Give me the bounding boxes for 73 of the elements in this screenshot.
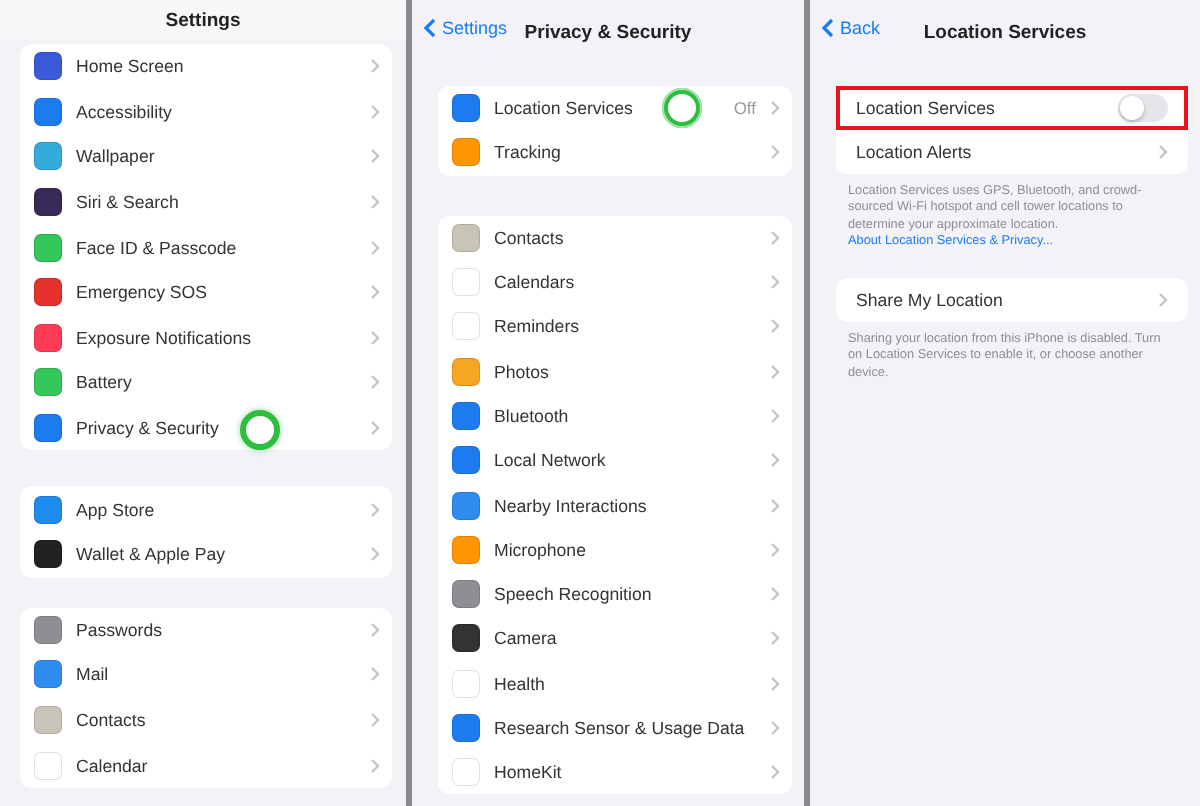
- settings-row[interactable]: Accessibility: [20, 89, 392, 135]
- chevron-icon: [770, 407, 780, 424]
- back-link[interactable]: Back: [822, 18, 881, 38]
- chevron-icon: [770, 720, 780, 736]
- settings-row[interactable]: Passwords: [20, 607, 392, 653]
- chevron-icon: [370, 58, 380, 75]
- settings-row[interactable]: Camera: [438, 616, 792, 662]
- chevron-icon: [370, 546, 380, 563]
- chevron-icon: [370, 757, 380, 774]
- screen-title: Settings: [165, 9, 241, 31]
- settings-row[interactable]: Calendars: [438, 259, 792, 305]
- chevron-icon: [770, 100, 780, 117]
- settings-row[interactable]: Research Sensor & Usage Data: [438, 705, 792, 751]
- screen-title: Location Services: [923, 21, 1087, 43]
- chevron-icon: [370, 103, 380, 120]
- settings-row[interactable]: Location Services Off: [438, 86, 792, 131]
- chevron-icon: [770, 497, 780, 514]
- chevron-icon: [770, 586, 780, 603]
- settings-row[interactable]: Wallpaper: [20, 134, 392, 180]
- settings-row[interactable]: Wallet & Apple Pay: [20, 531, 392, 578]
- chevron-icon: [370, 420, 380, 437]
- settings-row[interactable]: Home Screen: [20, 44, 392, 90]
- settings-row[interactable]: App Store: [20, 486, 392, 532]
- settings-row[interactable]: Photos: [438, 348, 792, 394]
- chevron-icon: [370, 501, 380, 518]
- settings-row[interactable]: Microphone: [438, 527, 792, 572]
- chevron-icon: [770, 363, 780, 380]
- chevron-icon: [370, 148, 380, 165]
- settings-row[interactable]: Emergency SOS: [20, 269, 392, 316]
- settings-row[interactable]: Battery: [20, 360, 392, 406]
- chevron-icon: [1158, 292, 1168, 309]
- chevron-icon: [770, 274, 780, 291]
- settings-row[interactable]: Health: [438, 661, 792, 706]
- toggle-switch[interactable]: [1118, 94, 1168, 122]
- chevron-icon: [370, 666, 380, 683]
- chevron-icon: [770, 229, 780, 246]
- settings-row[interactable]: Location Alerts: [836, 130, 1188, 174]
- chevron-icon: [370, 329, 380, 346]
- settings-row[interactable]: Bluetooth: [438, 393, 792, 439]
- chevron-icon: [370, 621, 380, 638]
- chevron-icon: [1158, 144, 1168, 160]
- settings-row[interactable]: Contacts: [438, 215, 792, 260]
- settings-row[interactable]: Contacts: [20, 697, 392, 743]
- chevron-icon: [770, 764, 780, 781]
- settings-row[interactable]: Calendar: [20, 742, 392, 788]
- chevron-icon: [770, 541, 780, 558]
- settings-row[interactable]: Speech Recognition: [438, 571, 792, 617]
- back-link[interactable]: Settings: [424, 18, 508, 38]
- settings-row[interactable]: Exposure Notifications: [20, 315, 392, 361]
- settings-row[interactable]: Face ID & Passcode: [20, 224, 392, 270]
- settings-row[interactable]: Privacy & Security: [20, 405, 392, 451]
- chevron-icon: [370, 712, 380, 729]
- chevron-icon: [770, 630, 780, 647]
- settings-row[interactable]: HomeKit: [438, 750, 792, 795]
- settings-row[interactable]: Location Services: [836, 86, 1188, 130]
- chevron-icon: [370, 374, 380, 391]
- back-chevron-icon: [424, 18, 436, 38]
- chevron-icon: [370, 194, 380, 211]
- screen-title: Privacy & Security: [524, 21, 692, 43]
- chevron-icon: [770, 675, 780, 692]
- settings-row[interactable]: Nearby Interactions: [438, 482, 792, 528]
- chevron-icon: [370, 284, 380, 301]
- settings-row[interactable]: Siri & Search: [20, 179, 392, 225]
- chevron-icon: [770, 144, 780, 161]
- settings-row[interactable]: Share My Location: [836, 278, 1188, 323]
- settings-row[interactable]: Mail: [20, 652, 392, 698]
- settings-row[interactable]: Local Network: [438, 438, 792, 483]
- settings-row[interactable]: Reminders: [438, 304, 792, 349]
- back-chevron-icon: [822, 18, 834, 38]
- settings-row[interactable]: Tracking: [438, 130, 792, 176]
- chevron-icon: [770, 452, 780, 469]
- chevron-icon: [370, 239, 380, 256]
- chevron-icon: [770, 318, 780, 335]
